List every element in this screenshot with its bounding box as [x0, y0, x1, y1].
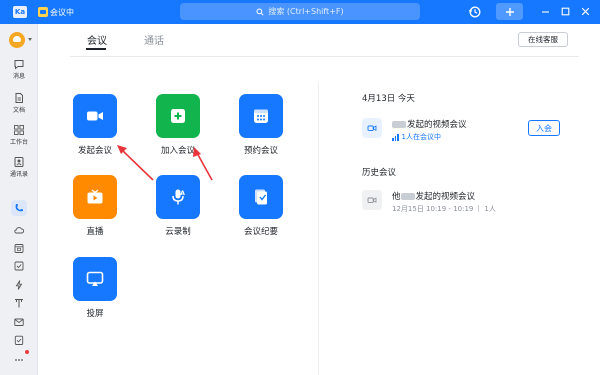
today-meeting-title: 发起的视频会议 [392, 118, 467, 130]
apps-icon [14, 125, 24, 135]
history-heading: 历史会议 [362, 168, 397, 178]
screen-cast-tile[interactable] [73, 257, 117, 301]
sidebar-item-contacts[interactable]: 通讯录 [0, 156, 38, 178]
minimize-icon [541, 10, 549, 13]
task-icon[interactable] [13, 260, 25, 272]
join-meeting-tile[interactable] [156, 94, 200, 138]
meeting-item-icon [362, 118, 382, 138]
plus-square-icon [171, 109, 185, 123]
history-meeting-title-text: 发起的视频会议 [415, 192, 476, 202]
history-meeting-details: 12月15日 10:19 - 10:19 1人 [392, 204, 496, 214]
column-divider [318, 82, 319, 375]
close-icon [581, 7, 589, 15]
audio-level-icon [392, 133, 399, 141]
meeting-minutes-label: 会议纪要 [243, 227, 278, 237]
cloud-recording-tile[interactable]: A [156, 175, 200, 219]
sidebar-item-label: 消息 [12, 73, 25, 80]
redacted-name [392, 120, 406, 128]
today-meeting-item[interactable]: 发起的视频会议 1人在会议中 入会 [358, 112, 578, 148]
maximize-icon [561, 7, 569, 15]
svg-text:A: A [180, 190, 185, 197]
schedule-meeting-label: 预约会议 [243, 146, 278, 156]
close-button[interactable] [578, 4, 592, 18]
search-icon [256, 7, 264, 16]
left-sidebar: 消息 文档 工作台 通讯录 [0, 24, 38, 375]
tv-play-icon [87, 189, 103, 204]
minimize-button[interactable] [538, 4, 552, 18]
history-icon[interactable] [468, 5, 482, 19]
video-camera-icon [367, 197, 377, 203]
app-logo: Ka [13, 6, 27, 18]
notes-icon [255, 189, 267, 205]
sidebar-item-docs[interactable]: 文档 [0, 92, 38, 114]
tab-calls[interactable]: 通话 [144, 32, 164, 47]
schedule-meeting-tile[interactable] [239, 94, 283, 138]
start-meeting-label: 发起会议 [77, 146, 112, 156]
screen-cast-label: 投屏 [86, 309, 104, 319]
notification-dot [25, 350, 29, 354]
join-meeting-label: 加入会议 [160, 146, 195, 156]
video-camera-icon [87, 111, 103, 121]
history-meeting-time: 12月15日 10:19 - 10:19 [392, 205, 474, 213]
sidebar-item-label: 文档 [12, 107, 25, 114]
live-stream-label: 直播 [86, 227, 104, 237]
start-meeting-tile[interactable] [73, 94, 117, 138]
document-icon [15, 93, 23, 103]
maximize-button[interactable] [558, 4, 572, 18]
video-camera-icon [367, 125, 377, 131]
today-heading: 4月13日 今天 [362, 94, 415, 104]
tools-icon[interactable] [13, 297, 25, 309]
clipboard-icon[interactable] [13, 334, 25, 346]
online-support-button[interactable]: 在线客服 [518, 32, 568, 47]
today-meeting-status: 1人在会议中 [392, 132, 441, 142]
avatar[interactable] [9, 32, 25, 48]
plus-icon [505, 7, 514, 16]
search-bar[interactable]: 搜索 (Ctrl+Shift+F) [180, 3, 420, 20]
calendar-grid-icon [254, 109, 268, 123]
add-button[interactable] [496, 3, 523, 20]
mail-icon[interactable] [13, 316, 25, 328]
history-meeting-attendees: 1人 [484, 205, 496, 213]
sidebar-item-label: 工作台 [9, 139, 28, 146]
sidebar-item-calls[interactable] [11, 200, 27, 216]
divider [478, 205, 480, 212]
history-meeting-item[interactable]: 他 发起的视频会议 12月15日 10:19 - 10:19 1人 [358, 184, 578, 220]
sidebar-item-label: 通讯录 [9, 171, 28, 178]
history-meeting-title: 他 发起的视频会议 [392, 190, 475, 202]
meeting-item-icon [362, 190, 382, 210]
meeting-minutes-tile[interactable] [239, 175, 283, 219]
contacts-icon [14, 157, 24, 167]
more-icon[interactable] [13, 354, 25, 366]
tab-divider [70, 56, 579, 57]
today-meeting-title-text: 发起的视频会议 [407, 120, 467, 130]
chevron-down-icon[interactable] [28, 38, 32, 41]
live-stream-tile[interactable] [73, 175, 117, 219]
cloud-recording-label: 云录制 [165, 227, 191, 237]
active-tab-indicator [86, 48, 106, 50]
in-meeting-label: 会议中 [50, 7, 74, 17]
tab-meetings[interactable]: 会议 [87, 32, 107, 47]
microphone-icon: A [172, 189, 185, 205]
chat-icon [14, 60, 24, 70]
title-bar: Ka 会议中 搜索 (Ctrl+Shift+F) [0, 0, 600, 24]
meeting-icon [38, 7, 48, 17]
calendar-icon[interactable] [13, 242, 25, 254]
main-panel: 会议 通话 在线客服 发起会议 加入会议 预约会议 直播 A 云录制 会议纪要 … [38, 24, 600, 375]
today-meeting-status-text: 1人在会议中 [401, 133, 441, 141]
join-button[interactable]: 入会 [528, 120, 560, 136]
sidebar-item-messages[interactable]: 消息 [0, 58, 38, 80]
phone-icon [15, 204, 23, 212]
cloud-icon[interactable] [13, 224, 25, 236]
sidebar-item-workbench[interactable]: 工作台 [0, 124, 38, 146]
redacted-name [400, 192, 415, 200]
history-meeting-host: 他 [392, 192, 401, 202]
in-meeting-indicator[interactable]: 会议中 [38, 6, 74, 18]
search-placeholder: 搜索 (Ctrl+Shift+F) [268, 7, 344, 16]
cast-screen-icon [86, 271, 104, 286]
lightning-icon[interactable] [13, 279, 25, 291]
